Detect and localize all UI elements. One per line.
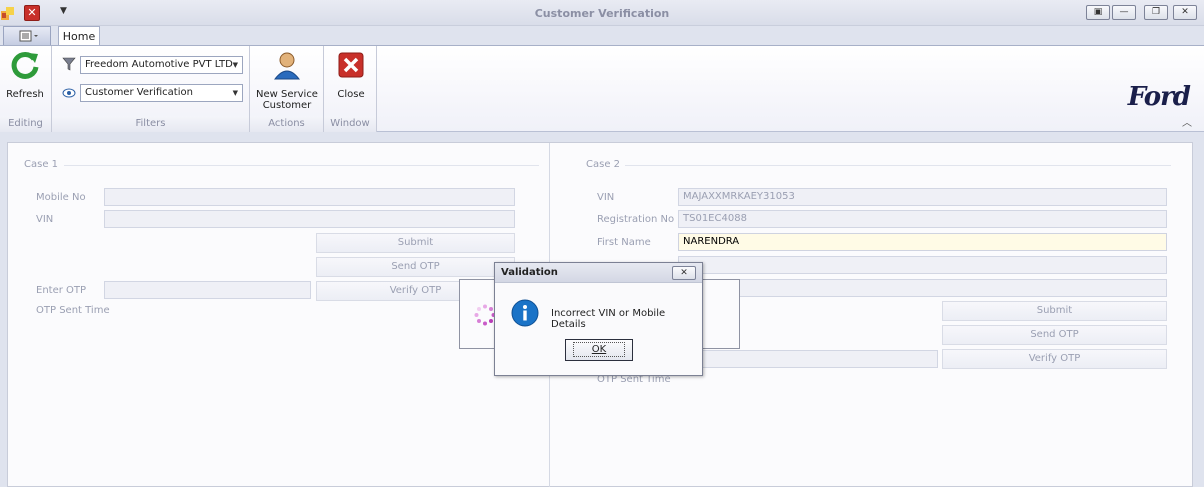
ribbon-tab-row: Home	[0, 26, 1204, 46]
window-title: Customer Verification	[534, 7, 670, 20]
ribbon-group-window: Close Window	[324, 46, 377, 132]
app-menu-icon	[19, 30, 38, 42]
case1-divider	[64, 165, 539, 166]
view-select[interactable]: Customer Verification ▼	[80, 84, 243, 102]
filter-icon	[62, 57, 76, 71]
ribbon-group-actions: New Service Customer Actions	[250, 46, 324, 132]
close-red-icon	[338, 52, 364, 78]
loading-spinner-icon	[474, 304, 496, 326]
title-bar: ✕ ▼ Customer Verification ▣ — ❐ ✕	[0, 0, 1204, 26]
restore-icon[interactable]: ▣	[1086, 5, 1110, 20]
tab-home[interactable]: Home	[58, 26, 100, 46]
case2-send-otp-button[interactable]: Send OTP	[942, 325, 1167, 345]
case1-otp-sent-time-label: OTP Sent Time	[36, 305, 110, 316]
dealer-select-value: Freedom Automotive PVT LTD	[85, 59, 233, 70]
registration-input[interactable]: TS01EC4088	[678, 210, 1167, 228]
new-service-label-1: New Service	[256, 89, 318, 100]
case2-title: Case 2	[586, 159, 621, 170]
info-icon	[511, 299, 539, 327]
eye-icon	[62, 88, 76, 98]
ribbon-group-filters: Freedom Automotive PVT LTD ▼ Customer Ve…	[52, 46, 250, 132]
first-name-label: First Name	[597, 237, 651, 248]
editing-caption: Editing	[0, 116, 51, 132]
dealer-select[interactable]: Freedom Automotive PVT LTD ▼	[80, 56, 243, 74]
maximize-icon[interactable]: ❐	[1144, 5, 1168, 20]
ribbon-group-editing: Refresh Editing	[0, 46, 52, 132]
case2-submit-button[interactable]: Submit	[942, 301, 1167, 321]
case2-divider	[625, 165, 1171, 166]
view-select-value: Customer Verification	[85, 87, 193, 98]
dialog-body: Incorrect VIN or Mobile Details OK	[495, 283, 702, 375]
validation-dialog: Validation ✕ Incorrect VIN or Mobile Det…	[494, 262, 703, 376]
case1-title: Case 1	[24, 159, 59, 170]
case2-field-5[interactable]	[678, 279, 1167, 297]
dialog-message: Incorrect VIN or Mobile Details	[551, 308, 666, 330]
refresh-label: Refresh	[6, 89, 44, 100]
dialog-ok-label: OK	[572, 342, 626, 357]
chevron-down-icon: ▼	[232, 89, 238, 97]
ford-logo: Ford	[1127, 82, 1191, 112]
close-icon[interactable]: ✕	[1173, 5, 1197, 20]
case2-verify-otp-button[interactable]: Verify OTP	[942, 349, 1167, 369]
close-label: Close	[337, 89, 365, 100]
mobile-input[interactable]	[104, 188, 515, 206]
close-button[interactable]: Close	[328, 50, 374, 100]
app-menu-button[interactable]	[3, 26, 51, 45]
dialog-close-icon[interactable]: ✕	[672, 266, 696, 280]
registration-label: Registration No	[597, 214, 675, 225]
case2-vin-label: VIN	[597, 192, 615, 203]
new-service-label-2: Customer	[262, 100, 312, 111]
otp-input[interactable]	[104, 281, 311, 299]
refresh-button[interactable]: Refresh	[2, 50, 48, 100]
case1-submit-button[interactable]: Submit	[316, 233, 515, 253]
dialog-title: Validation	[495, 263, 702, 283]
mobile-label: Mobile No	[36, 192, 86, 203]
ribbon: Refresh Editing Freedom Automotive PVT L…	[0, 45, 1204, 132]
dialog-ok-button[interactable]: OK	[565, 339, 633, 361]
user-icon	[273, 52, 301, 80]
new-service-customer-button[interactable]: New Service Customer	[254, 50, 320, 111]
case1-send-otp-button[interactable]: Send OTP	[316, 257, 515, 277]
case1-vin-label: VIN	[36, 214, 54, 225]
refresh-icon	[11, 51, 39, 79]
case2-field-4[interactable]	[678, 256, 1167, 274]
window-caption: Window	[324, 116, 376, 132]
case2-otp-input[interactable]	[678, 350, 938, 368]
case2-vin-input[interactable]: MAJAXXMRKAEY31053	[678, 188, 1167, 206]
enter-otp-label: Enter OTP	[36, 285, 87, 296]
collapse-ribbon-icon[interactable]: ︿	[1182, 114, 1192, 129]
filters-caption: Filters	[52, 116, 249, 132]
minimize-icon[interactable]: —	[1112, 5, 1136, 20]
actions-caption: Actions	[250, 116, 323, 132]
case1-vin-input[interactable]	[104, 210, 515, 228]
chevron-down-icon: ▼	[232, 61, 238, 69]
first-name-input[interactable]: NARENDRA	[678, 233, 1167, 251]
